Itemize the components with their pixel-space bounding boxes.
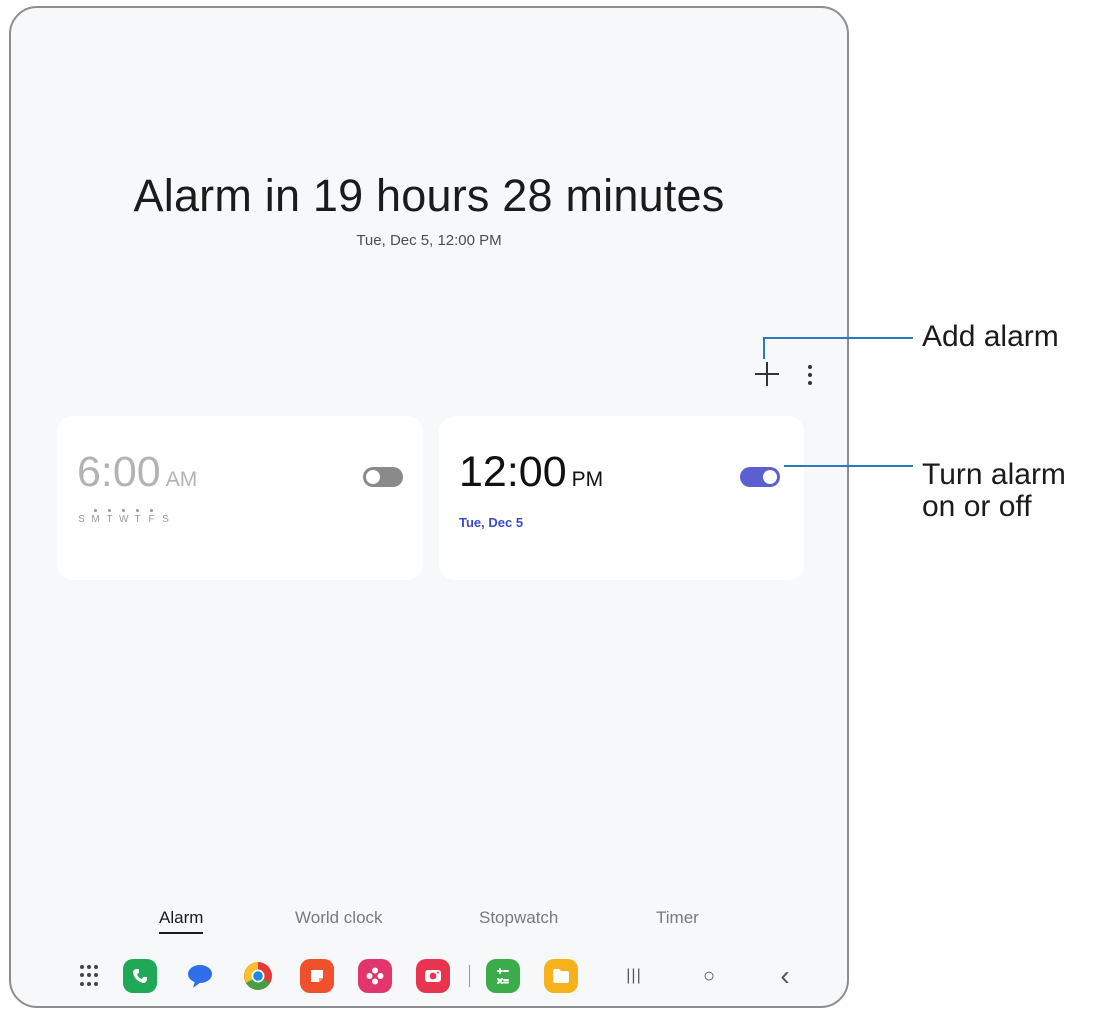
tab-world-clock[interactable]: World clock <box>295 908 383 928</box>
grid-dot <box>94 973 98 978</box>
day-sunday: S <box>78 514 85 525</box>
calculator-icon[interactable] <box>486 959 520 993</box>
back-button[interactable]: ‹ <box>768 959 802 993</box>
taskbar: ||| ○ ‹ <box>11 959 847 995</box>
more-options-icon[interactable] <box>805 364 815 386</box>
clock-tab-bar: Alarm World clock Stopwatch Timer <box>11 908 847 938</box>
dock-separator <box>469 965 470 987</box>
tab-stopwatch[interactable]: Stopwatch <box>479 908 558 928</box>
day-saturday: S <box>162 514 169 525</box>
chrome-icon[interactable] <box>241 959 275 993</box>
alarm-time-value: 6:00 <box>77 448 161 496</box>
callout-toggle-line1: Turn alarm <box>922 458 1066 491</box>
alarm-toggle-off[interactable] <box>363 467 403 487</box>
callout-line-add <box>763 337 913 339</box>
next-alarm-datetime: Tue, Dec 5, 12:00 PM <box>356 232 502 249</box>
alarm-time-value: 12:00 <box>459 448 567 496</box>
home-button[interactable]: ○ <box>692 959 726 993</box>
menu-dot <box>808 365 812 369</box>
alarm-card-1200[interactable]: 12:00 PM Tue, Dec 5 <box>439 416 804 580</box>
alarm-date: Tue, Dec 5 <box>459 515 524 530</box>
tab-timer[interactable]: Timer <box>656 908 699 928</box>
day-wednesday: W <box>119 509 129 525</box>
grid-dot <box>80 981 84 986</box>
tab-alarm[interactable]: Alarm <box>159 908 204 934</box>
alarm-time: 6:00 AM <box>77 448 197 497</box>
alarm-time: 12:00 PM <box>459 448 603 497</box>
phone-icon[interactable] <box>123 959 157 993</box>
day-monday: M <box>91 509 100 525</box>
grid-dot <box>94 965 98 969</box>
alarm-ampm: AM <box>165 468 198 491</box>
files-icon[interactable] <box>544 959 578 993</box>
toggle-knob <box>366 470 380 484</box>
recents-button[interactable]: ||| <box>617 959 651 993</box>
apps-grid-icon[interactable] <box>73 959 107 993</box>
day-friday: F <box>148 509 155 525</box>
gallery-icon[interactable] <box>358 959 392 993</box>
menu-dot <box>808 381 812 385</box>
day-thursday: T <box>134 509 141 525</box>
grid-dot <box>87 965 91 969</box>
callout-connector-add <box>763 337 765 359</box>
toggle-knob <box>763 470 777 484</box>
messages-icon[interactable] <box>183 959 217 993</box>
callout-line-toggle <box>784 465 913 467</box>
grid-dot <box>94 981 98 986</box>
next-alarm-headline: Alarm in 19 hours 28 minutes <box>133 170 725 221</box>
callout-add-alarm: Add alarm <box>922 320 1059 353</box>
day-tuesday: T <box>106 509 113 525</box>
grid-dot <box>87 973 91 978</box>
add-alarm-plus-icon[interactable] <box>754 361 780 387</box>
clock-app-screen: Alarm in 19 hours 28 minutes Tue, Dec 5,… <box>9 6 849 1008</box>
callout-toggle-line2: on or off <box>922 490 1032 523</box>
alarm-card-0600[interactable]: 6:00 AM S M T W T F S <box>57 416 423 580</box>
alarm-repeat-days: S M T W T F S <box>77 509 170 525</box>
grid-dot <box>87 981 91 986</box>
alarm-ampm: PM <box>571 468 604 491</box>
camera-icon[interactable] <box>416 959 450 993</box>
notes-icon[interactable] <box>300 959 334 993</box>
grid-dot <box>80 965 84 969</box>
menu-dot <box>808 373 812 377</box>
grid-dot <box>80 973 84 978</box>
alarm-toggle-on[interactable] <box>740 467 780 487</box>
